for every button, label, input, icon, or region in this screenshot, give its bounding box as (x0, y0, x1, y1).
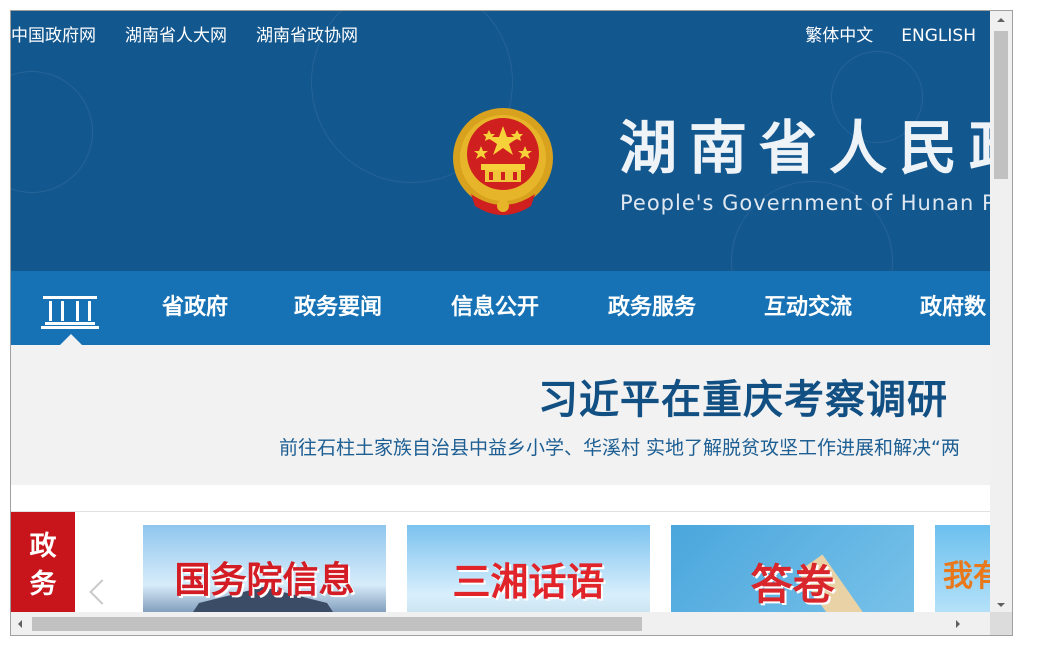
site-title-english: People's Government of Hunan P (620, 191, 990, 215)
scroll-up-button[interactable] (990, 11, 1012, 29)
government-building-icon[interactable] (41, 293, 99, 329)
tile-answer-sheet[interactable]: 答卷 (671, 525, 914, 614)
link-english[interactable]: ENGLISH (901, 23, 976, 49)
tile-state-council-info[interactable]: 国务院信息 (143, 525, 386, 614)
nav-active-indicator (60, 334, 82, 345)
nav-item-info-disclosure[interactable]: 信息公开 (451, 271, 539, 345)
feature-tiles-section: 政 务 国务院信息 三湘话语 答卷 我有 (11, 485, 990, 614)
section-tab-gov-affairs[interactable]: 政 务 (11, 512, 75, 614)
tile-i-have[interactable]: 我有 (935, 525, 990, 614)
site-title-chinese: 湖南省人民政 (619, 114, 990, 182)
tile-label: 国务院信息 (174, 560, 355, 601)
carousel-prev-arrow-icon[interactable] (89, 579, 115, 605)
arrow-up-icon (997, 18, 1005, 22)
link-china-gov[interactable]: 中国政府网 (11, 23, 96, 49)
link-hunan-npc[interactable]: 湖南省人大网 (125, 23, 227, 49)
browser-window: 中国政府网 湖南省人大网 湖南省政协网 繁体中文 ENGLISH 湖南省人民 P… (10, 10, 1013, 636)
national-emblem-icon[interactable] (451, 106, 556, 221)
arrow-left-icon (18, 620, 22, 628)
top-links: 中国政府网 湖南省人大网 湖南省政协网 (11, 23, 358, 49)
link-traditional-chinese[interactable]: 繁体中文 (805, 23, 873, 49)
vertical-scroll-thumb[interactable] (994, 31, 1008, 179)
link-hunan-cppcc[interactable]: 湖南省政协网 (256, 23, 358, 49)
main-navigation: 省政府 政务要闻 信息公开 政务服务 互动交流 政府数 (11, 271, 990, 345)
tile-label: 答卷 (750, 560, 835, 609)
section-tab-char: 务 (29, 569, 57, 600)
scroll-right-button[interactable] (948, 612, 968, 635)
section-tab-char: 政 (29, 531, 57, 562)
decorative-pattern (11, 71, 93, 193)
nav-item-gov-news[interactable]: 政务要闻 (294, 271, 382, 345)
nav-item-gov-data[interactable]: 政府数 (920, 271, 986, 345)
tile-label: 我有 (943, 559, 990, 594)
vertical-scrollbar[interactable] (990, 11, 1012, 614)
nav-item-gov-services[interactable]: 政务服务 (608, 271, 696, 345)
page-viewport: 中国政府网 湖南省人大网 湖南省政协网 繁体中文 ENGLISH 湖南省人民 P… (11, 11, 990, 614)
arrow-down-icon (997, 603, 1005, 607)
nav-item-interaction[interactable]: 互动交流 (764, 271, 852, 345)
headline-subtitle[interactable]: 前往石柱土家族自治县中益乡小学、华溪村 实地了解脱贫攻坚工作进展和解决“两 (279, 433, 960, 460)
scrollbar-corner (990, 612, 1012, 635)
horizontal-scroll-thumb[interactable] (32, 617, 642, 631)
horizontal-scrollbar[interactable] (11, 612, 990, 635)
tile-label: 三湘话语 (452, 560, 605, 604)
nav-item-provincial-gov[interactable]: 省政府 (162, 271, 228, 345)
headline-section: 习近平在重庆考察调研 前往石柱土家族自治县中益乡小学、华溪村 实地了解脱贫攻坚工… (11, 345, 990, 485)
tile-sanxiang-words[interactable]: 三湘话语 (407, 525, 650, 614)
scroll-left-button[interactable] (11, 612, 31, 635)
headline-title[interactable]: 习近平在重庆考察调研 (538, 367, 948, 425)
divider (11, 511, 990, 512)
arrow-right-icon (956, 620, 960, 628)
language-links: 繁体中文 ENGLISH (805, 23, 976, 49)
site-header: 中国政府网 湖南省人大网 湖南省政协网 繁体中文 ENGLISH 湖南省人民 P… (11, 11, 990, 271)
